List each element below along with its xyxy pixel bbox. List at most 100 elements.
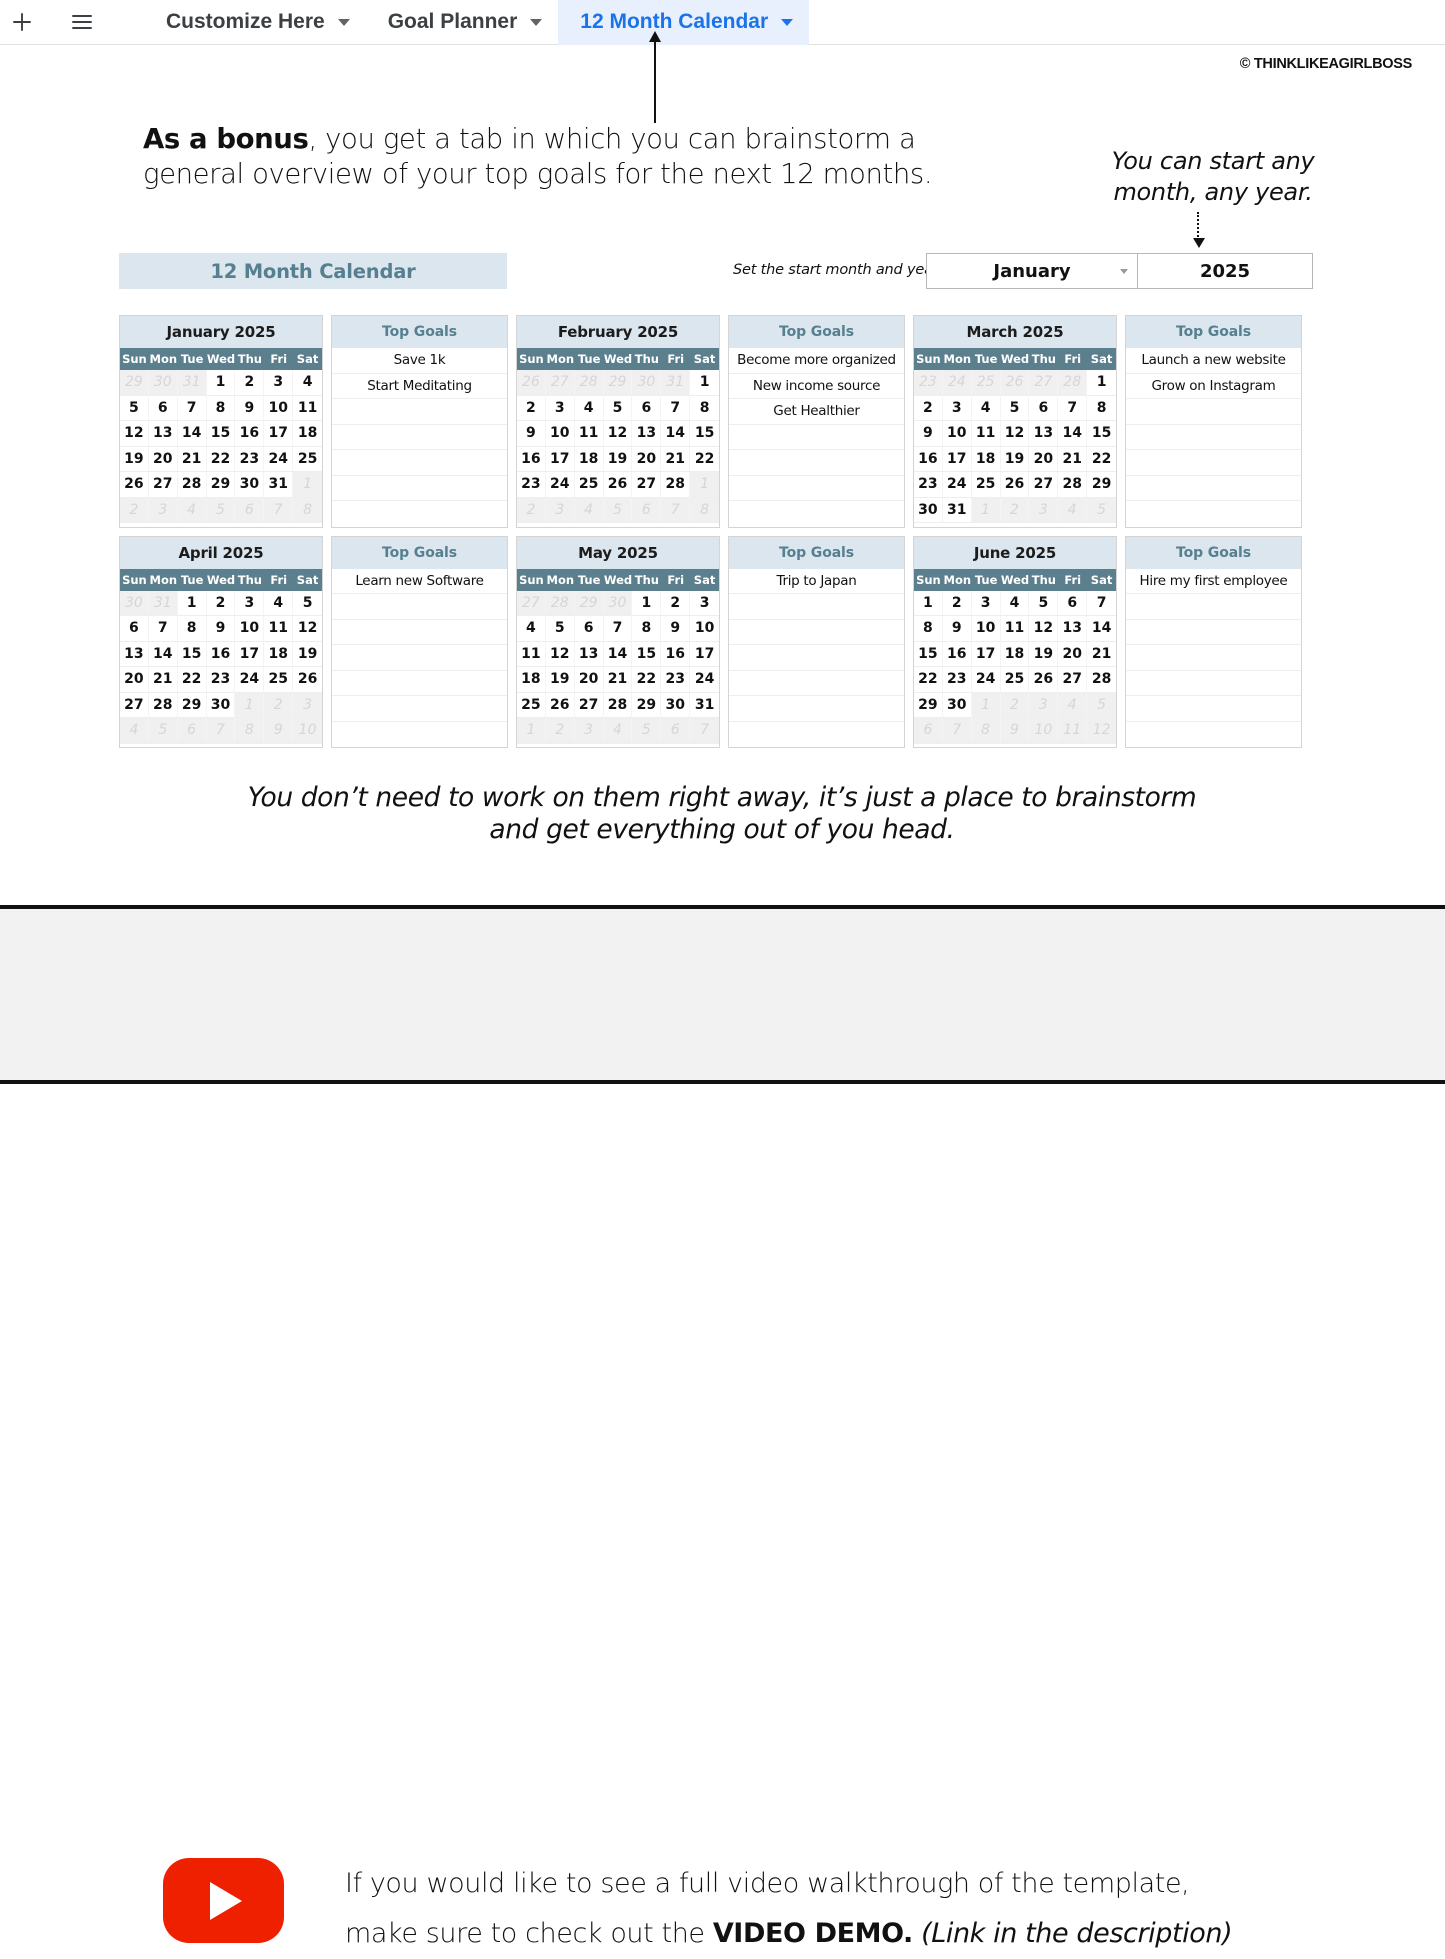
- calendar-day-cell[interactable]: 4: [971, 395, 1001, 421]
- calendar-day-cell-outside[interactable]: 27: [517, 590, 546, 616]
- calendar-day-cell-outside[interactable]: 8: [293, 497, 322, 523]
- calendar-day-cell[interactable]: 13: [1029, 421, 1059, 447]
- calendar-day-cell[interactable]: 5: [1000, 395, 1030, 421]
- calendar-day-cell-outside[interactable]: 11: [1058, 718, 1088, 744]
- calendar-day-cell[interactable]: 21: [1058, 446, 1088, 472]
- calendar-day-cell[interactable]: 8: [914, 616, 943, 642]
- calendar-day-cell[interactable]: 28: [1058, 472, 1088, 498]
- calendar-day-cell[interactable]: 17: [942, 446, 972, 472]
- calendar-day-cell-outside[interactable]: 30: [120, 590, 149, 616]
- calendar-day-cell[interactable]: 12: [545, 641, 575, 667]
- calendar-day-cell[interactable]: 3: [690, 590, 719, 616]
- calendar-day-cell[interactable]: 15: [914, 641, 943, 667]
- calendar-day-cell[interactable]: 3: [264, 370, 294, 396]
- calendar-day-cell[interactable]: 3: [545, 395, 575, 421]
- calendar-day-cell-outside[interactable]: 12: [1087, 718, 1116, 744]
- chevron-down-icon[interactable]: [781, 18, 794, 26]
- calendar-day-cell-outside[interactable]: 6: [177, 718, 207, 744]
- calendar-day-cell-outside[interactable]: 4: [574, 497, 604, 523]
- calendar-day-cell[interactable]: 27: [632, 472, 662, 498]
- calendar-day-cell[interactable]: 20: [1029, 446, 1059, 472]
- calendar-day-cell[interactable]: 31: [690, 692, 719, 718]
- calendar-day-cell[interactable]: 20: [574, 667, 604, 693]
- calendar-day-cell[interactable]: 17: [690, 641, 719, 667]
- calendar-day-cell[interactable]: 31: [942, 497, 972, 523]
- calendar-day-cell[interactable]: 17: [971, 641, 1001, 667]
- calendar-day-cell[interactable]: 19: [603, 446, 633, 472]
- calendar-day-cell[interactable]: 2: [942, 590, 972, 616]
- top-goal-cell[interactable]: [729, 645, 904, 671]
- calendar-day-cell[interactable]: 6: [632, 395, 662, 421]
- calendar-day-cell[interactable]: 22: [177, 667, 207, 693]
- calendar-day-cell[interactable]: 30: [661, 692, 691, 718]
- calendar-day-cell[interactable]: 25: [1000, 667, 1030, 693]
- calendar-day-cell-outside[interactable]: 28: [545, 590, 575, 616]
- calendar-day-cell-outside[interactable]: 31: [177, 370, 207, 396]
- top-goal-cell[interactable]: [729, 696, 904, 722]
- calendar-day-cell[interactable]: 3: [942, 395, 972, 421]
- top-goal-cell[interactable]: Trip to Japan: [729, 569, 904, 594]
- calendar-day-cell[interactable]: 10: [235, 616, 265, 642]
- top-goal-cell[interactable]: [1126, 645, 1301, 671]
- top-goal-cell[interactable]: Hire my first employee: [1126, 569, 1301, 594]
- calendar-day-cell[interactable]: 9: [661, 616, 691, 642]
- calendar-day-cell[interactable]: 13: [120, 641, 149, 667]
- top-goal-cell[interactable]: [1126, 425, 1301, 450]
- calendar-day-cell-outside[interactable]: 8: [235, 718, 265, 744]
- calendar-day-cell-outside[interactable]: 8: [690, 497, 719, 523]
- calendar-day-cell[interactable]: 27: [148, 472, 178, 498]
- calendar-day-cell[interactable]: 24: [690, 667, 719, 693]
- top-goal-cell[interactable]: Save 1k: [332, 348, 507, 374]
- calendar-day-cell-outside[interactable]: 5: [148, 718, 178, 744]
- top-goal-cell[interactable]: Get Healthier: [729, 399, 904, 425]
- top-goal-cell[interactable]: [332, 722, 507, 748]
- calendar-day-cell[interactable]: 22: [690, 446, 719, 472]
- calendar-day-cell[interactable]: 14: [661, 421, 691, 447]
- chevron-down-icon[interactable]: [530, 18, 543, 26]
- calendar-day-cell-outside[interactable]: 9: [264, 718, 294, 744]
- top-goal-cell[interactable]: [332, 425, 507, 450]
- calendar-day-cell[interactable]: 10: [971, 616, 1001, 642]
- calendar-day-cell[interactable]: 12: [293, 616, 322, 642]
- chevron-down-icon[interactable]: [1120, 269, 1128, 274]
- calendar-day-cell[interactable]: 5: [545, 616, 575, 642]
- calendar-day-cell[interactable]: 25: [971, 472, 1001, 498]
- calendar-day-cell-outside[interactable]: 31: [148, 590, 178, 616]
- calendar-day-cell[interactable]: 13: [632, 421, 662, 447]
- calendar-day-cell[interactable]: 12: [603, 421, 633, 447]
- calendar-day-cell-outside[interactable]: 5: [603, 497, 633, 523]
- calendar-day-cell[interactable]: 22: [206, 446, 236, 472]
- calendar-day-cell-outside[interactable]: 2: [1000, 692, 1030, 718]
- top-goal-cell[interactable]: [1126, 620, 1301, 645]
- calendar-day-cell-outside[interactable]: 6: [661, 718, 691, 744]
- calendar-day-cell[interactable]: 1: [690, 370, 719, 396]
- calendar-day-cell-outside[interactable]: 29: [120, 370, 149, 396]
- calendar-day-cell[interactable]: 15: [690, 421, 719, 447]
- calendar-day-cell[interactable]: 8: [1087, 395, 1116, 421]
- calendar-day-cell[interactable]: 25: [293, 446, 322, 472]
- calendar-day-cell[interactable]: 20: [1058, 641, 1088, 667]
- calendar-day-cell-outside[interactable]: 24: [942, 370, 972, 396]
- calendar-day-cell-outside[interactable]: 30: [148, 370, 178, 396]
- calendar-day-cell[interactable]: 1: [1087, 370, 1116, 396]
- calendar-day-cell[interactable]: 3: [235, 590, 265, 616]
- calendar-day-cell-outside[interactable]: 4: [120, 718, 149, 744]
- calendar-day-cell[interactable]: 5: [120, 395, 149, 421]
- calendar-day-cell[interactable]: 15: [177, 641, 207, 667]
- calendar-day-cell[interactable]: 7: [1058, 395, 1088, 421]
- calendar-day-cell[interactable]: 26: [603, 472, 633, 498]
- calendar-day-cell-outside[interactable]: 28: [1058, 370, 1088, 396]
- calendar-day-cell[interactable]: 16: [517, 446, 546, 472]
- calendar-day-cell[interactable]: 27: [1029, 472, 1059, 498]
- calendar-day-cell[interactable]: 20: [120, 667, 149, 693]
- calendar-day-cell-outside[interactable]: 3: [148, 497, 178, 523]
- calendar-day-cell[interactable]: 28: [177, 472, 207, 498]
- calendar-day-cell[interactable]: 21: [1087, 641, 1116, 667]
- top-goal-cell[interactable]: Learn new Software: [332, 569, 507, 594]
- calendar-day-cell-outside[interactable]: 2: [120, 497, 149, 523]
- calendar-day-cell[interactable]: 6: [1058, 590, 1088, 616]
- calendar-day-cell-outside[interactable]: 5: [632, 718, 662, 744]
- top-goal-cell[interactable]: [332, 671, 507, 696]
- calendar-day-cell[interactable]: 24: [971, 667, 1001, 693]
- calendar-day-cell[interactable]: 15: [632, 641, 662, 667]
